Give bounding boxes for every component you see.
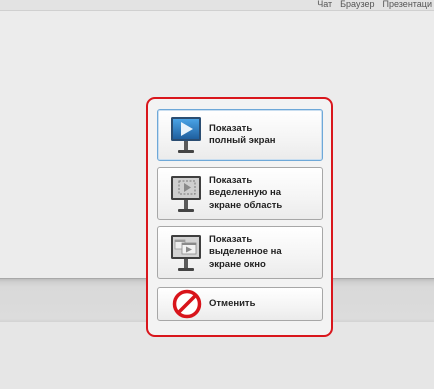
show-screen-window-button[interactable]: Показать выделенное на экране окно — [157, 226, 323, 279]
toolbar-tabs: Чат Браузер Презентаци — [317, 0, 434, 10]
show-screen-region-button[interactable]: Показать веделенную на экране область — [157, 167, 323, 220]
cancel-stop-icon — [172, 289, 202, 319]
tab-browser[interactable]: Браузер — [340, 0, 374, 10]
show-full-screen-label: Показать полный экран — [209, 122, 276, 147]
monitor-window-icon — [170, 232, 202, 274]
top-toolbar: Чат Браузер Презентаци — [0, 0, 434, 11]
show-screen-region-label: Показать веделенную на экране область — [209, 174, 283, 211]
cancel-label: Отменить — [209, 297, 256, 309]
tab-presentation[interactable]: Презентаци — [383, 0, 433, 10]
show-screen-window-label: Показать выделенное на экране окно — [209, 233, 282, 270]
show-full-screen-button[interactable]: Показать полный экран — [157, 109, 323, 161]
monitor-region-icon — [170, 173, 202, 215]
tab-chat[interactable]: Чат — [317, 0, 332, 10]
cancel-button[interactable]: Отменить — [157, 287, 323, 321]
monitor-fullscreen-icon — [170, 114, 202, 156]
